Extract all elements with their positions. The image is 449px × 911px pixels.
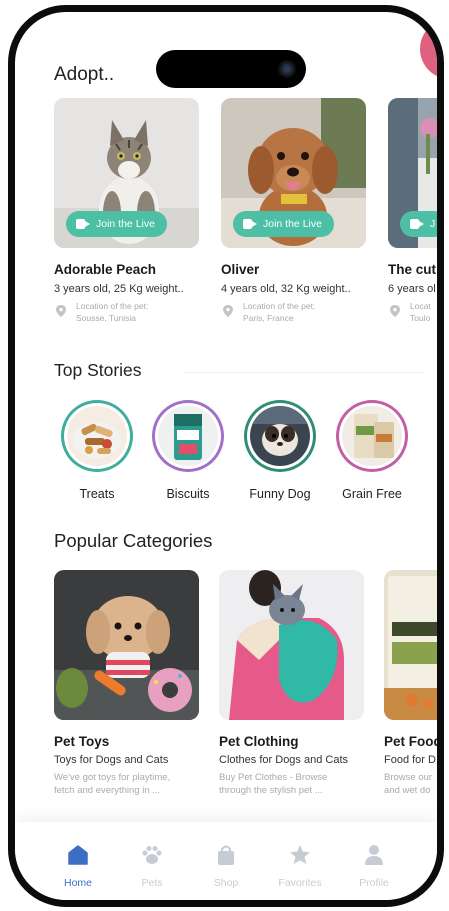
categories-carousel[interactable]: Pet Toys Toys for Dogs and Cats We've go… <box>15 570 437 810</box>
tab-label: Profile <box>359 877 389 889</box>
device-frame: Adopt.. Join the Live Adorable Peach 3 y… <box>0 0 449 911</box>
join-live-label: Join the Live <box>263 218 322 230</box>
pet-location: Toulo <box>410 313 431 323</box>
story-ring <box>336 400 408 472</box>
pet-info: 6 years ol <box>388 283 436 295</box>
location-pin-icon <box>223 305 233 317</box>
popular-categories-title: Popular Categories <box>54 530 213 551</box>
join-live-button[interactable]: J <box>400 211 437 237</box>
pet-food-image <box>384 570 437 720</box>
location-label: Location of the pet: <box>243 301 316 311</box>
category-subtitle: Clothes for Dogs and Cats <box>219 754 349 766</box>
section-divider <box>185 372 425 373</box>
tab-home[interactable]: Home <box>48 844 108 889</box>
story-ring <box>244 400 316 472</box>
camera-icon <box>278 60 296 78</box>
story-label: Grain Free <box>342 487 402 501</box>
stories-row[interactable]: Treats Biscuits Funny Dog Grain Free <box>15 400 437 510</box>
location-pin-icon <box>390 305 400 317</box>
grain-free-image <box>342 406 402 466</box>
adopt-title: Adopt.. <box>54 64 115 85</box>
tab-favorites[interactable]: Favorites <box>270 844 330 889</box>
user-icon <box>365 845 383 865</box>
category-name: Pet Clothing <box>219 734 299 749</box>
join-live-label: Join the Live <box>96 218 155 230</box>
category-description: We've got toys for playtime, fetch and ev… <box>54 772 171 796</box>
pet-name: Oliver <box>221 262 260 277</box>
join-live-label: J <box>430 218 436 230</box>
pet-info: 3 years old, 25 Kg weight.. <box>54 283 184 295</box>
paw-icon <box>142 846 162 864</box>
pet-location: Sousse, Tunisia <box>76 313 137 323</box>
tab-label: Home <box>63 877 92 889</box>
pet-name: Adorable Peach <box>54 262 157 277</box>
location-label: Location of the pet: <box>76 301 149 311</box>
location-pin-icon <box>56 305 66 317</box>
tab-label: Shop <box>213 877 239 889</box>
story-label: Biscuits <box>166 487 210 501</box>
category-description: Browse our and wet do <box>384 772 433 796</box>
dynamic-island <box>156 50 306 88</box>
pet-info: 4 years old, 32 Kg weight.. <box>221 283 351 295</box>
pet-location: Paris, France <box>243 313 294 323</box>
tab-label: Favorites <box>278 877 322 889</box>
shopping-bag-icon <box>218 845 234 865</box>
pet-clothing-image <box>219 570 364 720</box>
pet-name: The cut <box>388 262 437 277</box>
category-subtitle: Food for D <box>384 754 436 766</box>
video-camera-icon <box>410 219 424 229</box>
tab-pets[interactable]: Pets <box>122 844 182 889</box>
join-live-button[interactable]: Join the Live <box>66 211 167 237</box>
phone-screen: Adopt.. Join the Live Adorable Peach 3 y… <box>8 5 444 907</box>
location-label: Locat <box>410 301 431 311</box>
category-subtitle: Toys for Dogs and Cats <box>54 754 169 766</box>
tab-shop[interactable]: Shop <box>196 844 256 889</box>
biscuits-image <box>158 406 218 466</box>
home-content[interactable]: Adopt.. Join the Live Adorable Peach 3 y… <box>15 12 437 900</box>
category-name: Pet Food <box>384 734 442 749</box>
story-ring <box>152 400 224 472</box>
story-ring <box>61 400 133 472</box>
tab-label: Pets <box>141 877 163 889</box>
treats-image <box>67 406 127 466</box>
video-camera-icon <box>76 219 90 229</box>
bottom-tab-bar: Home Pets Shop Favorites Profile <box>15 822 437 900</box>
home-icon <box>68 845 88 865</box>
category-name: Pet Toys <box>54 734 110 749</box>
category-description: Buy Pet Clothes - Browse through the styl… <box>219 772 328 796</box>
tab-profile[interactable]: Profile <box>344 844 404 889</box>
story-label: Funny Dog <box>249 487 311 501</box>
top-stories-title: Top Stories <box>54 360 142 380</box>
star-icon <box>290 845 310 864</box>
adopt-carousel[interactable]: Join the Live Adorable Peach 3 years old… <box>15 98 437 338</box>
story-label: Treats <box>79 487 115 501</box>
video-camera-icon <box>243 219 257 229</box>
join-live-button[interactable]: Join the Live <box>233 211 334 237</box>
funny-dog-image <box>250 406 310 466</box>
pet-toys-image <box>54 570 199 720</box>
